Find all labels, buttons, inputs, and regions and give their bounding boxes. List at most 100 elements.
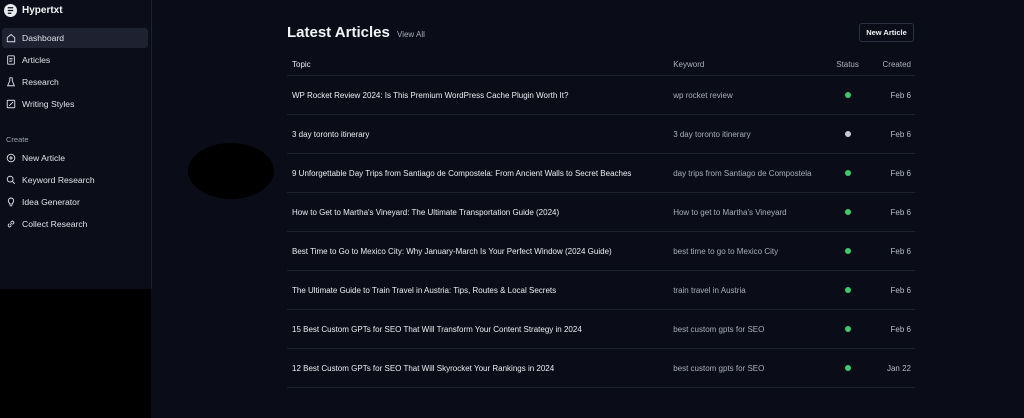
article-keyword: wp rocket review xyxy=(668,75,830,115)
column-header-topic[interactable]: Topic xyxy=(287,54,669,76)
sidebar-item-label: Dashboard xyxy=(22,33,65,43)
primary-nav: Dashboard Articles Research Writing Styl… xyxy=(2,28,148,116)
status-dot-icon xyxy=(844,169,851,176)
article-created: Feb 6 xyxy=(865,309,915,349)
article-status xyxy=(829,231,866,271)
article-topic[interactable]: 12 Best Custom GPTs for SEO That Will Sk… xyxy=(287,348,669,388)
new-article-button[interactable]: New Article xyxy=(859,23,914,42)
column-header-status[interactable]: Status xyxy=(829,54,866,76)
table-row[interactable]: 9 Unforgettable Day Trips from Santiago … xyxy=(287,153,915,193)
article-keyword: train travel in Austria xyxy=(668,270,830,310)
view-all-link[interactable]: View All xyxy=(397,30,425,39)
table-row[interactable]: 12 Best Custom GPTs for SEO That Will Sk… xyxy=(287,348,915,388)
sidebar-item-label: Research xyxy=(22,77,59,87)
article-topic-text: WP Rocket Review 2024: Is This Premium W… xyxy=(292,90,569,100)
table-row[interactable]: Best Time to Go to Mexico City: Why Janu… xyxy=(287,231,915,271)
table-row[interactable]: 3 day toronto itinerary 3 day toronto iti… xyxy=(287,114,915,154)
sidebar-footer-area xyxy=(0,289,151,418)
article-topic-text: 9 Unforgettable Day Trips from Santiago … xyxy=(292,168,632,178)
redaction-blob xyxy=(188,143,274,199)
logo-icon xyxy=(4,4,17,17)
article-keyword-text: best time to go to Mexico City xyxy=(673,246,779,256)
article-keyword-text: How to get to Martha's Vineyard xyxy=(673,207,787,217)
status-dot-icon xyxy=(844,247,851,254)
status-dot-icon xyxy=(844,364,851,371)
article-status xyxy=(829,192,866,232)
table-header-row: Topic Keyword Status Created xyxy=(287,54,915,76)
lightbulb-icon xyxy=(7,197,15,207)
sidebar-item-idea-generator[interactable]: Idea Generator xyxy=(2,192,148,212)
article-keyword-text: wp rocket review xyxy=(673,90,733,100)
article-status xyxy=(829,309,866,349)
article-status xyxy=(829,114,866,154)
sidebar-item-keyword-research[interactable]: Keyword Research xyxy=(2,170,148,190)
brand-name: Hypertxt xyxy=(22,5,63,16)
sidebar-item-label: Keyword Research xyxy=(22,175,95,185)
article-keyword: best time to go to Mexico City xyxy=(668,231,830,271)
article-keyword-text: train travel in Austria xyxy=(673,285,746,295)
article-keyword: best custom gpts for SEO xyxy=(668,348,830,388)
sidebar-item-research[interactable]: Research xyxy=(2,72,148,92)
article-created: Jan 22 xyxy=(865,348,915,388)
article-keyword-text: best custom gpts for SEO xyxy=(673,324,765,334)
create-nav: New Article Keyword Research Idea Genera… xyxy=(2,148,148,236)
status-dot-icon xyxy=(844,91,851,98)
sidebar-item-collect-research[interactable]: Collect Research xyxy=(2,214,148,234)
article-keyword-text: best custom gpts for SEO xyxy=(673,363,765,373)
search-icon xyxy=(6,175,16,185)
article-created: Feb 6 xyxy=(865,192,915,232)
articles-table-body: WP Rocket Review 2024: Is This Premium W… xyxy=(287,75,915,388)
section-label-create: Create xyxy=(6,135,29,144)
status-dot-icon xyxy=(844,325,851,332)
table-row[interactable]: How to Get to Martha's Vineyard: The Ult… xyxy=(287,192,915,232)
home-icon xyxy=(6,33,16,43)
sidebar: Hypertxt Dashboard Articles Research Wri… xyxy=(0,0,152,289)
table-row[interactable]: The Ultimate Guide to Train Travel in Au… xyxy=(287,270,915,310)
sidebar-item-label: New Article xyxy=(22,153,65,163)
sidebar-item-label: Idea Generator xyxy=(22,197,80,207)
article-topic[interactable]: Best Time to Go to Mexico City: Why Janu… xyxy=(287,231,669,271)
article-keyword: day trips from Santiago de Compostela xyxy=(668,153,830,193)
article-created: Feb 6 xyxy=(865,153,915,193)
articles-table: Topic Keyword Status Created WP Rocket R… xyxy=(287,54,915,388)
page-title: Latest Articles xyxy=(287,24,390,41)
article-topic-text: 12 Best Custom GPTs for SEO That Will Sk… xyxy=(292,363,555,373)
article-keyword-text: day trips from Santiago de Compostela xyxy=(673,168,812,178)
article-topic-text: 15 Best Custom GPTs for SEO That Will Tr… xyxy=(292,324,582,334)
article-topic-text: Best Time to Go to Mexico City: Why Janu… xyxy=(292,246,612,256)
article-topic[interactable]: How to Get to Martha's Vineyard: The Ult… xyxy=(287,192,669,232)
article-topic[interactable]: 15 Best Custom GPTs for SEO That Will Tr… xyxy=(287,309,669,349)
sidebar-item-dashboard[interactable]: Dashboard xyxy=(2,28,148,48)
table-row[interactable]: 15 Best Custom GPTs for SEO That Will Tr… xyxy=(287,309,915,349)
article-topic[interactable]: 3 day toronto itinerary xyxy=(287,114,669,154)
article-topic-text: How to Get to Martha's Vineyard: The Ult… xyxy=(292,207,560,217)
article-topic[interactable]: WP Rocket Review 2024: Is This Premium W… xyxy=(287,75,669,115)
edit-icon xyxy=(6,99,16,109)
sidebar-item-writing-styles[interactable]: Writing Styles xyxy=(2,94,148,114)
article-topic[interactable]: 9 Unforgettable Day Trips from Santiago … xyxy=(287,153,669,193)
article-status xyxy=(829,348,866,388)
article-created: Feb 6 xyxy=(865,114,915,154)
article-created: Feb 6 xyxy=(865,270,915,310)
sidebar-item-new-article[interactable]: New Article xyxy=(2,148,148,168)
sidebar-item-articles[interactable]: Articles xyxy=(2,50,148,70)
table-row[interactable]: WP Rocket Review 2024: Is This Premium W… xyxy=(287,75,915,115)
article-status xyxy=(829,270,866,310)
article-created: Feb 6 xyxy=(865,75,915,115)
article-topic-text: 3 day toronto itinerary xyxy=(292,129,370,139)
brand[interactable]: Hypertxt xyxy=(4,4,63,17)
sidebar-item-label: Collect Research xyxy=(22,219,88,229)
sidebar-item-label: Writing Styles xyxy=(22,99,75,109)
status-dot-icon xyxy=(844,286,851,293)
article-created: Feb 6 xyxy=(865,231,915,271)
article-keyword: How to get to Martha's Vineyard xyxy=(668,192,830,232)
column-header-created[interactable]: Created xyxy=(865,54,915,76)
sidebar-item-label: Articles xyxy=(22,55,51,65)
article-keyword: best custom gpts for SEO xyxy=(668,309,830,349)
article-keyword-text: 3 day toronto itinerary xyxy=(673,129,751,139)
article-status xyxy=(829,153,866,193)
column-header-keyword[interactable]: Keyword xyxy=(668,54,830,76)
plus-circle-icon xyxy=(6,153,16,163)
article-status xyxy=(829,75,866,115)
article-topic[interactable]: The Ultimate Guide to Train Travel in Au… xyxy=(287,270,669,310)
